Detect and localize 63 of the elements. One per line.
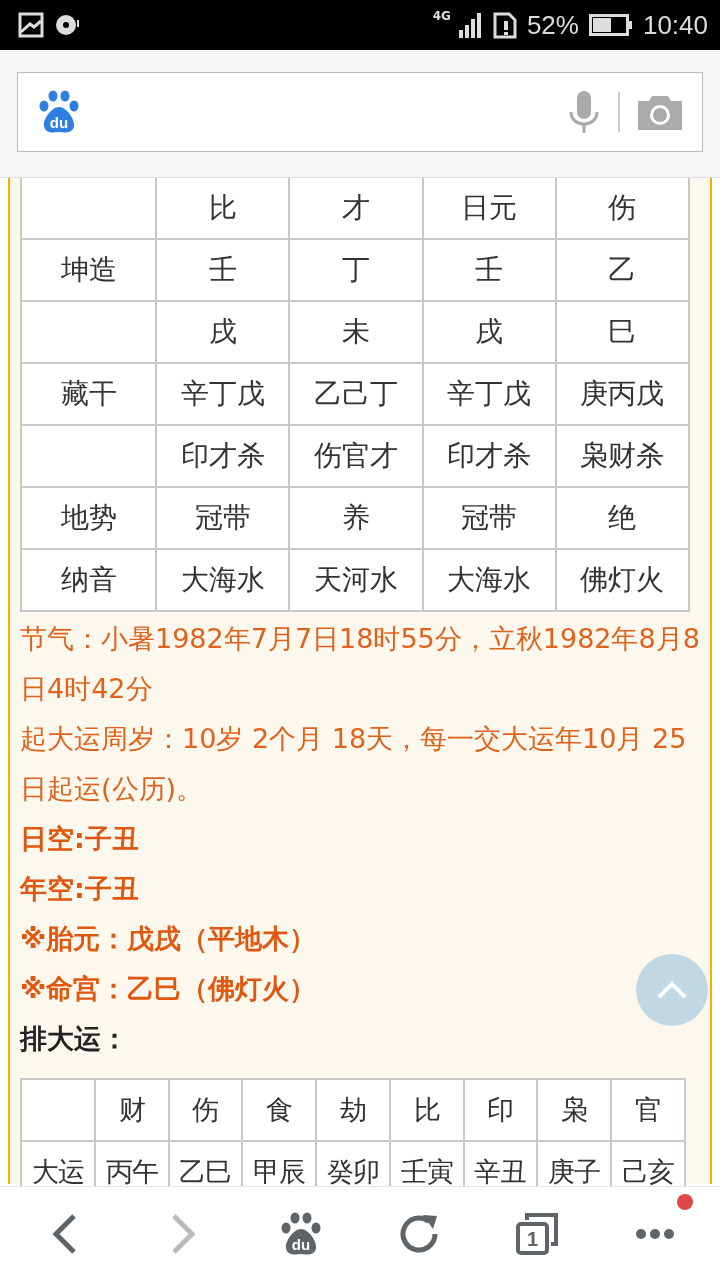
- disc-icon: [54, 12, 80, 38]
- info-text: 节气：小暑1982年7月7日18时55分，立秋1982年8月8日4时42分: [20, 622, 700, 706]
- table-cell: 天河水: [289, 549, 423, 611]
- network-type: 4G: [432, 10, 451, 22]
- table-cell: 巳: [555, 301, 689, 363]
- table-cell: 日元: [422, 178, 556, 239]
- column-header: 食: [242, 1079, 317, 1141]
- table-cell: 枭财杀: [555, 425, 689, 487]
- table-cell: 冠带: [156, 487, 290, 549]
- table-cell: 壬: [156, 239, 290, 301]
- row-label: 纳音: [21, 549, 156, 611]
- column-header: 官: [611, 1079, 685, 1141]
- table-cell: 佛灯火: [555, 549, 689, 611]
- column-header: 比: [389, 1079, 464, 1141]
- table-cell: 戌: [422, 301, 556, 363]
- clock: 10:40: [642, 9, 708, 41]
- section-heading: 排大运：: [20, 1022, 128, 1056]
- search-field[interactable]: du: [17, 72, 703, 152]
- back-icon: [52, 1213, 78, 1254]
- table-cell: 绝: [555, 487, 689, 549]
- table-cell: 比: [156, 178, 290, 239]
- column-header: 财: [94, 1079, 169, 1141]
- table-cell: 辛丁戊: [422, 363, 556, 425]
- column-header: 枭: [537, 1079, 612, 1141]
- battery-icon: [588, 14, 633, 36]
- table-cell: 壬: [422, 239, 556, 301]
- row-label: 地势: [21, 487, 156, 549]
- more-icon: [635, 1227, 675, 1240]
- info-text: 起大运周岁：10岁 2个月 18天，每一交大运年10月 25日起运(公历)。: [20, 722, 688, 806]
- table-cell: 伤: [555, 178, 689, 239]
- camera-icon[interactable]: [638, 94, 682, 130]
- info-text: 年空:子丑: [20, 872, 139, 906]
- table-cell: 辛丁戊: [156, 363, 290, 425]
- tabs-button[interactable]: 1: [487, 1193, 587, 1274]
- column-header: 劫: [316, 1079, 390, 1141]
- chevron-up-icon: [657, 981, 687, 999]
- row-label: 坤造: [21, 239, 156, 301]
- table-cell: 庚丙戊: [555, 363, 689, 425]
- column-header: 印: [463, 1079, 538, 1141]
- info-text: ※命宫：乙巳（佛灯火）: [20, 972, 317, 1006]
- table-cell: 乙己丁: [289, 363, 423, 425]
- table-cell: 乙: [555, 239, 689, 301]
- table-cell: 印才杀: [422, 425, 556, 487]
- sim-alert-icon: [492, 10, 517, 40]
- table-cell: 冠带: [422, 487, 556, 549]
- info-text: ※胎元：戊戌（平地木）: [20, 922, 317, 956]
- table-cell: 戌: [156, 301, 290, 363]
- table-cell: 大海水: [422, 549, 556, 611]
- table-cell: 才: [289, 178, 423, 239]
- battery-percent: 52%: [526, 9, 579, 41]
- forward-icon: [170, 1213, 196, 1254]
- table-cell: 养: [289, 487, 423, 549]
- table-cell: 未: [289, 301, 423, 363]
- table-cell: 伤官才: [289, 425, 423, 487]
- column-header: 伤: [168, 1079, 243, 1141]
- table-cell: 丁: [289, 239, 423, 301]
- microphone-icon[interactable]: [568, 90, 600, 134]
- info-text: 日空:子丑: [20, 822, 139, 856]
- table-cell: 大海水: [156, 549, 290, 611]
- row-label: 藏干: [21, 363, 156, 425]
- home-button[interactable]: du: [251, 1193, 351, 1274]
- table-cell: 印才杀: [156, 425, 290, 487]
- picture-notification-icon: [18, 12, 44, 38]
